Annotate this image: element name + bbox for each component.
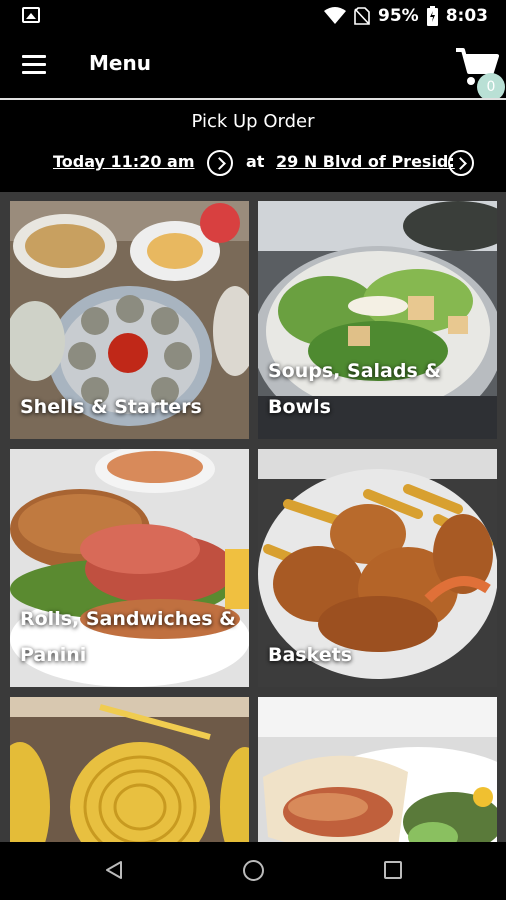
pickup-time-link[interactable]: Today 11:20 am xyxy=(53,152,195,171)
app-bar: Menu 0 xyxy=(0,32,506,101)
hamburger-menu-icon[interactable] xyxy=(22,55,48,75)
battery-percent: 95% xyxy=(378,6,419,26)
no-sim-icon xyxy=(354,7,370,25)
chevron-right-icon[interactable] xyxy=(207,150,233,176)
category-grid: Shells & Starters Soups, Salads & Bowls xyxy=(0,192,506,842)
category-tile-shells-starters[interactable]: Shells & Starters xyxy=(10,201,249,439)
category-label: Rolls, Sandwiches & Panini xyxy=(20,608,236,666)
battery-icon xyxy=(426,6,438,26)
pickup-details-row: Today 11:20 am at 29 N Blvd of Presid: xyxy=(0,150,506,176)
category-label: Shells & Starters xyxy=(20,396,202,418)
wifi-icon xyxy=(324,7,346,24)
status-icons: 95% 8:03 xyxy=(324,5,488,27)
category-label: Baskets xyxy=(268,644,353,666)
status-bar: 95% 8:03 xyxy=(0,0,506,32)
wrap-photo xyxy=(258,697,497,842)
recent-apps-icon[interactable] xyxy=(384,861,402,879)
category-tile-wraps[interactable] xyxy=(258,697,497,842)
clock: 8:03 xyxy=(445,6,488,26)
category-tile-soups-salads-bowls[interactable]: Soups, Salads & Bowls xyxy=(258,201,497,439)
chevron-right-icon[interactable] xyxy=(448,150,474,176)
image-notification-icon xyxy=(22,7,40,23)
pickup-location-link[interactable]: 29 N Blvd of Presid: xyxy=(276,152,455,171)
page-title: Menu xyxy=(89,51,151,75)
system-nav-bar xyxy=(0,842,506,900)
back-icon[interactable] xyxy=(103,859,125,881)
category-tile-pasta[interactable] xyxy=(10,697,249,842)
pickup-at-label: at xyxy=(246,152,265,171)
category-label: Soups, Salads & Bowls xyxy=(268,360,441,418)
home-icon[interactable] xyxy=(243,860,264,881)
pickup-title: Pick Up Order xyxy=(191,111,315,132)
category-tile-baskets[interactable]: Baskets xyxy=(258,449,497,687)
pasta-photo xyxy=(10,697,249,842)
pickup-order-panel: Pick Up Order Today 11:20 am at 29 N Blv… xyxy=(0,100,506,192)
category-tile-rolls-sandwiches-panini[interactable]: Rolls, Sandwiches & Panini xyxy=(10,449,249,687)
cart-count-badge: 0 xyxy=(477,73,505,101)
